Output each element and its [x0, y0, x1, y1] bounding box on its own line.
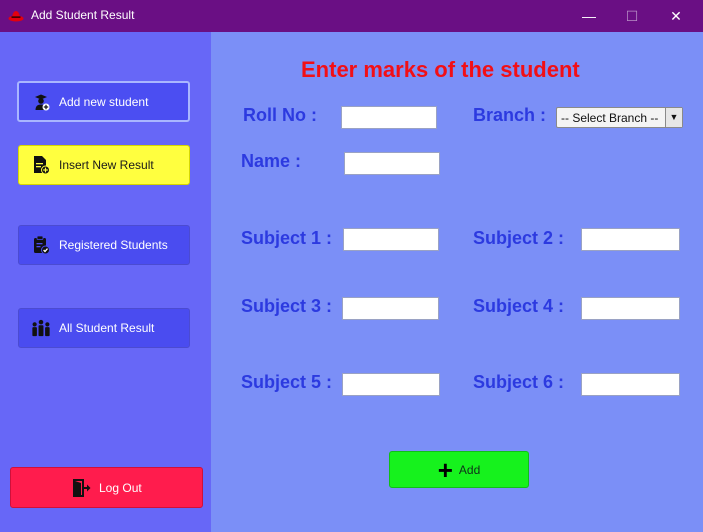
- sidebar-item-all-results[interactable]: All Student Result: [18, 308, 190, 348]
- sidebar-item-label: Insert New Result: [59, 158, 154, 172]
- clipboard-check-icon: [31, 235, 51, 255]
- title-bar: Add Student Result — ☐ ✕: [0, 0, 703, 32]
- student-icon: [31, 92, 51, 112]
- subject-4-label: Subject 4 :: [473, 296, 565, 316]
- document-add-icon: [31, 155, 51, 175]
- page-title: Enter marks of the student: [301, 57, 580, 82]
- subject-2-label: Subject 2 :: [473, 228, 565, 248]
- redhat-logo-icon: [8, 8, 24, 24]
- subject-3-label: Subject 3 :: [241, 296, 333, 316]
- chevron-down-icon: ▼: [665, 108, 682, 127]
- subject-2-input[interactable]: [581, 228, 680, 251]
- branch-select[interactable]: -- Select Branch -- ▼: [556, 107, 683, 128]
- sidebar-item-label: All Student Result: [59, 321, 155, 335]
- roll-no-label: Roll No :: [243, 105, 317, 125]
- sidebar-item-add-student[interactable]: Add new student: [17, 81, 190, 122]
- plus-icon: +: [437, 454, 453, 485]
- branch-select-value: -- Select Branch --: [561, 111, 659, 125]
- branch-label: Branch :: [473, 105, 547, 125]
- subject-6-label: Subject 6 :: [473, 372, 565, 392]
- roll-no-input[interactable]: [341, 106, 437, 129]
- sidebar-item-label: Registered Students: [59, 238, 168, 252]
- add-button-label: Add: [458, 462, 481, 477]
- sidebar-item-registered-students[interactable]: Registered Students: [18, 225, 190, 265]
- group-icon: [31, 318, 51, 338]
- logout-icon: [71, 478, 91, 498]
- logout-button[interactable]: Log Out: [10, 467, 203, 508]
- logout-label: Log Out: [99, 480, 142, 495]
- minimize-button[interactable]: —: [567, 0, 611, 32]
- sidebar-item-label: Add new student: [59, 94, 149, 109]
- close-button[interactable]: ✕: [654, 0, 698, 32]
- maximize-button[interactable]: ☐: [610, 0, 654, 32]
- subject-6-input[interactable]: [581, 373, 680, 396]
- subject-3-input[interactable]: [342, 297, 439, 320]
- subject-5-label: Subject 5 :: [241, 372, 333, 392]
- window-title: Add Student Result: [31, 8, 135, 22]
- subject-1-input[interactable]: [343, 228, 439, 251]
- subject-5-input[interactable]: [342, 373, 440, 396]
- subject-1-label: Subject 1 :: [241, 228, 333, 248]
- sidebar: Add new student Insert New Result Regist…: [0, 32, 211, 532]
- name-input[interactable]: [344, 152, 440, 175]
- subject-4-input[interactable]: [581, 297, 680, 320]
- sidebar-item-insert-result[interactable]: Insert New Result: [18, 145, 190, 185]
- add-button[interactable]: + Add: [389, 451, 529, 488]
- name-label: Name :: [241, 151, 302, 171]
